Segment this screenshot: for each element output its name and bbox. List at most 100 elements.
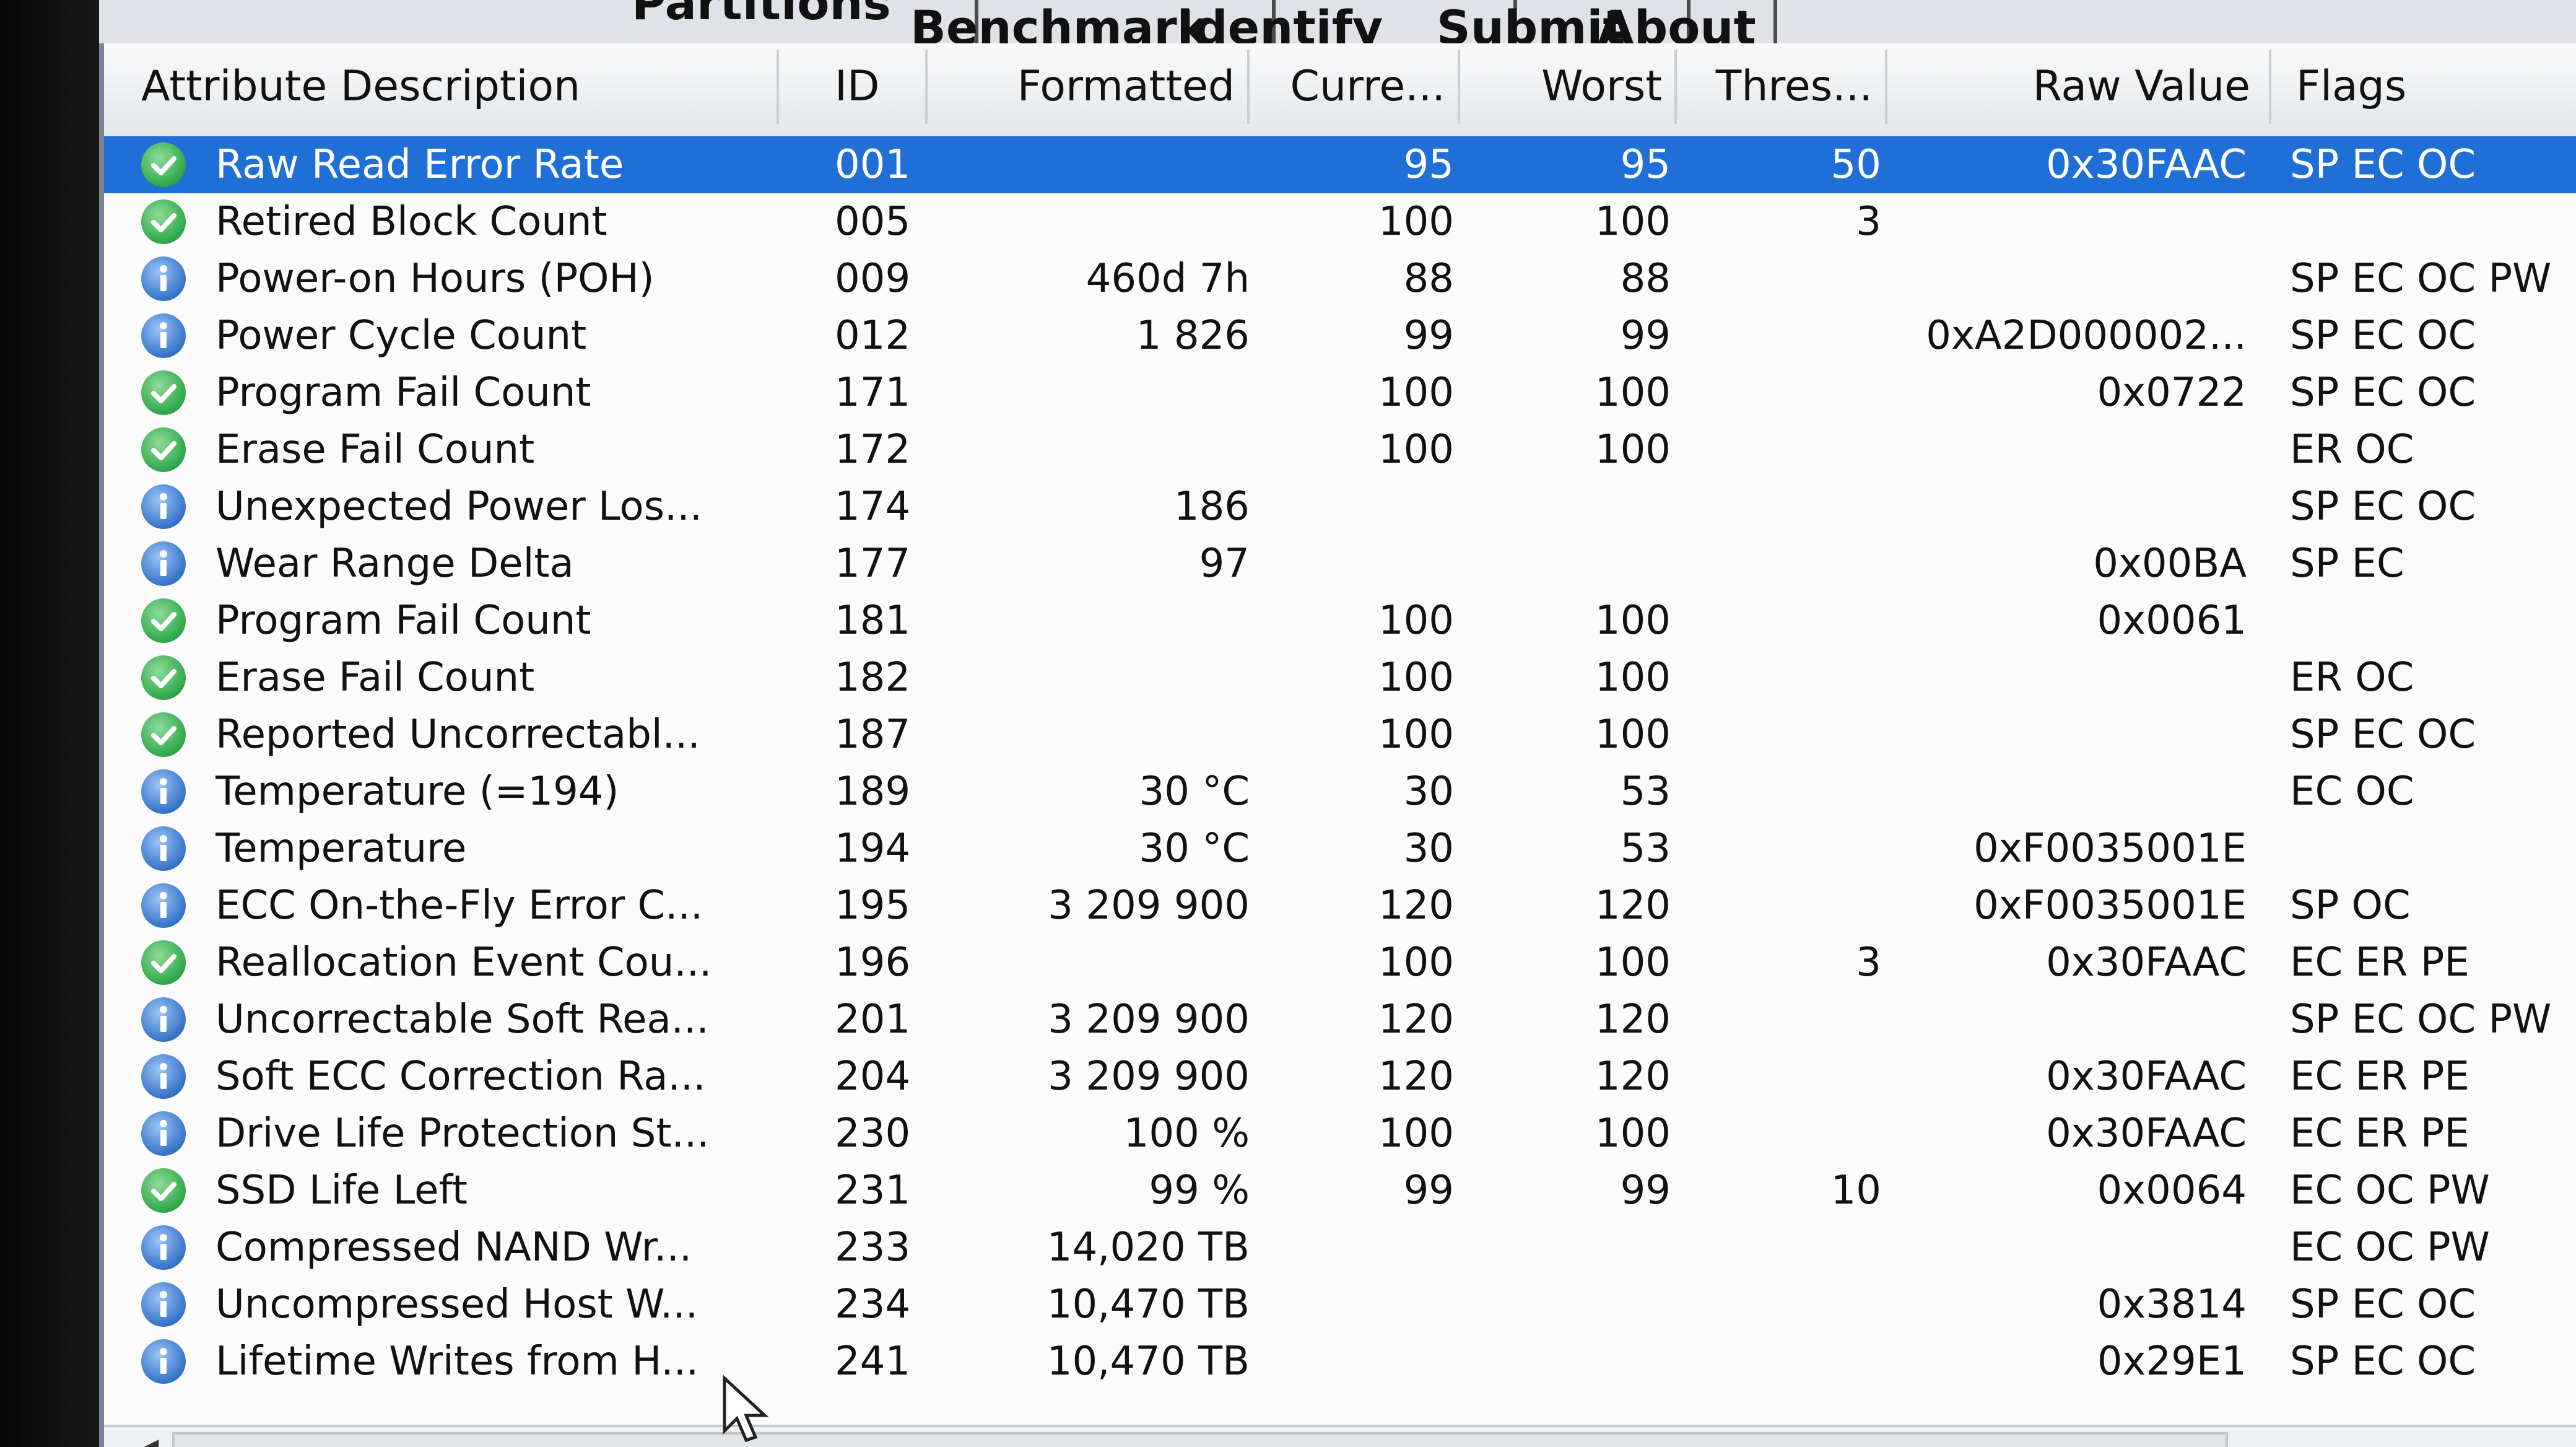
table-row[interactable]: Drive Life Protection St... 230 100 % 100 10… [104, 1105, 2576, 1162]
raw-value: 0x30FAAC [2046, 1111, 2247, 1156]
status-info-icon [141, 313, 186, 358]
scroll-left-arrow-icon[interactable]: ◀ [129, 1433, 166, 1447]
attribute-id: 012 [835, 313, 911, 359]
current-value: 100 [1378, 940, 1454, 986]
attribute-description: SSD Life Left [215, 1168, 468, 1213]
table-row[interactable]: Power Cycle Count 012 1 826 99 99 0xA2D000002… [104, 307, 2576, 364]
current-value: 100 [1378, 712, 1454, 758]
raw-value: 0x00BA [2093, 541, 2247, 587]
attribute-id: 230 [835, 1111, 911, 1156]
scrollbar-thumb[interactable] [172, 1432, 2228, 1447]
attribute-description: Unexpected Power Los... [215, 484, 703, 530]
table-row[interactable]: Reported Uncorrectabl... 187 100 100 SP EC O… [104, 706, 2576, 763]
worst-value: 120 [1595, 997, 1671, 1043]
table-row[interactable]: Program Fail Count 171 100 100 0x0722 SP EC O… [104, 364, 2576, 421]
worst-value [1466, 1276, 1671, 1333]
status-info-icon [141, 484, 186, 529]
formatted-value: 30 °C [1139, 769, 1250, 815]
threshold-value [1677, 877, 1881, 934]
attribute-id: 187 [835, 712, 911, 758]
table-row[interactable]: Compressed NAND Wr... 233 14,020 TB EC OC P… [104, 1219, 2576, 1276]
attribute-id: 204 [835, 1054, 911, 1099]
table-row[interactable]: Erase Fail Count 172 100 100 ER OC [104, 421, 2576, 478]
current-value: 120 [1378, 883, 1454, 929]
attribute-id: 001 [835, 142, 911, 188]
table-row[interactable]: Program Fail Count 181 100 100 0x0061 [104, 592, 2576, 649]
attribute-id: 009 [835, 256, 911, 302]
table-header: Attribute Description ID Formatted Curre… [104, 43, 2576, 139]
threshold-value [1677, 364, 1881, 421]
status-info-icon [141, 769, 186, 814]
column-header-formatted[interactable]: Formatted [928, 50, 1250, 124]
status-info-icon [141, 1054, 186, 1099]
table-row[interactable]: Power-on Hours (POH) 009 460d 7h 88 88 SP EC … [104, 250, 2576, 307]
attribute-description: Program Fail Count [215, 598, 591, 644]
raw-value [1887, 193, 2247, 250]
formatted-value [959, 706, 1250, 763]
column-header-id[interactable]: ID [779, 50, 928, 124]
formatted-value: 3 209 900 [1048, 997, 1250, 1043]
table-row[interactable]: Retired Block Count 005 100 100 3 [104, 193, 2576, 250]
status-ok-icon [141, 1168, 186, 1213]
table-row[interactable]: Soft ECC Correction Ra... 204 3 209 900 120… [104, 1048, 2576, 1105]
current-value: 99 [1403, 313, 1454, 359]
attribute-id: 174 [835, 484, 911, 530]
flags-value: SP EC OC [2290, 712, 2476, 758]
current-value: 100 [1378, 370, 1454, 416]
column-header-threshold[interactable]: Thres... [1677, 50, 1887, 124]
flags-value: EC OC [2290, 769, 2414, 815]
attribute-id: 201 [835, 997, 911, 1043]
threshold-value: 10 [1830, 1168, 1881, 1213]
worst-value: 100 [1595, 199, 1671, 245]
flags-value [2290, 592, 2569, 649]
flags-value: ER OC [2290, 427, 2414, 473]
attribute-description: Raw Read Error Rate [215, 142, 624, 188]
raw-value: 0x0061 [2097, 598, 2247, 644]
table-row[interactable]: Uncorrectable Soft Rea... 201 3 209 900 120… [104, 991, 2576, 1048]
flags-value: SP EC OC [2290, 1339, 2476, 1384]
current-value: 100 [1378, 655, 1454, 701]
threshold-value [1677, 421, 1881, 478]
formatted-value [959, 649, 1250, 706]
status-ok-icon [141, 655, 186, 700]
attribute-description: Uncorrectable Soft Rea... [215, 997, 709, 1043]
attribute-id: 182 [835, 655, 911, 701]
table-row[interactable]: Temperature 194 30 °C 30 53 0xF0035001E [104, 820, 2576, 877]
smart-window: Partitions Benchmark Identify Submit Abo… [99, 0, 2576, 1447]
column-header-worst[interactable]: Worst [1460, 50, 1677, 124]
formatted-value: 3 209 900 [1048, 1054, 1250, 1099]
table-row[interactable]: ECC On-the-Fly Error C... 195 3 209 900 120… [104, 877, 2576, 934]
threshold-value [1677, 1219, 1881, 1276]
formatted-value: 186 [1173, 484, 1250, 530]
status-ok-icon [141, 370, 186, 415]
table-row[interactable]: SSD Life Left 231 99 % 99 99 10 0x0064 EC OC PW [104, 1162, 2576, 1219]
table-row[interactable]: Wear Range Delta 177 97 0x00BA SP EC [104, 535, 2576, 592]
horizontal-scrollbar[interactable]: ◀ [104, 1425, 2576, 1447]
formatted-value: 460d 7h [1086, 256, 1250, 302]
current-value: 100 [1378, 199, 1454, 245]
raw-value: 0x30FAAC [2046, 940, 2247, 986]
table-row[interactable]: Lifetime Writes from H... 241 10,470 TB 0x2… [104, 1333, 2576, 1390]
table-row[interactable]: Temperature (=194) 189 30 °C 30 53 EC OC [104, 763, 2576, 820]
table-row[interactable]: Reallocation Event Cou... 196 100 100 3 0x30F… [104, 934, 2576, 991]
current-value: 120 [1378, 997, 1454, 1043]
column-header-raw-value[interactable]: Raw Value [1887, 50, 2271, 124]
column-header-flags[interactable]: Flags [2271, 50, 2576, 124]
status-info-icon [141, 1282, 186, 1327]
mouse-cursor-icon [723, 1375, 769, 1443]
table-row[interactable]: Unexpected Power Los... 174 186 SP EC OC [104, 478, 2576, 535]
worst-value: 100 [1595, 712, 1671, 758]
raw-value: 0x29E1 [2097, 1339, 2247, 1384]
table-row[interactable]: Raw Read Error Rate 001 95 95 50 0x30FAAC SP E… [104, 136, 2576, 193]
threshold-value [1677, 763, 1881, 820]
table-row[interactable]: Uncompressed Host W... 234 10,470 TB 0x3814… [104, 1276, 2576, 1333]
worst-value [1466, 535, 1671, 592]
attribute-id: 194 [835, 826, 911, 872]
column-header-current[interactable]: Curre... [1250, 50, 1460, 124]
attribute-description: Program Fail Count [215, 370, 591, 416]
column-header-description[interactable]: Attribute Description [116, 50, 779, 124]
formatted-value: 3 209 900 [1048, 883, 1250, 929]
worst-value: 99 [1620, 313, 1671, 359]
flags-value: EC OC PW [2290, 1168, 2490, 1213]
table-row[interactable]: Erase Fail Count 182 100 100 ER OC [104, 649, 2576, 706]
